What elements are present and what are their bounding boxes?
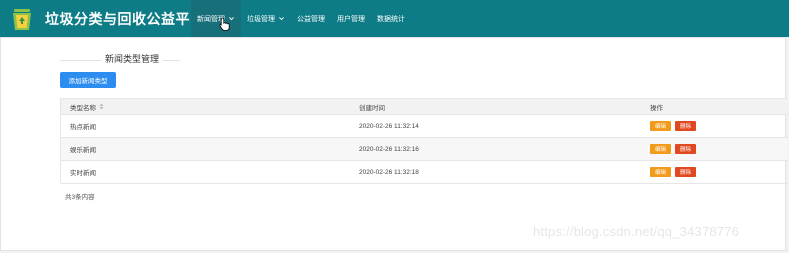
table-row: 实时新闻 2020-02-26 11:32:18 编辑 删除 [61,161,788,184]
recycle-bin-icon [13,9,31,30]
nav-item-garbage-management[interactable]: 垃圾管理 [241,0,291,37]
delete-button[interactable]: 删除 [675,121,697,131]
nav-item-label: 垃圾管理 [247,15,275,23]
add-news-type-button[interactable]: 添加新闻类型 [60,72,116,88]
type-name-cell: 实时新闻 [70,170,96,177]
column-header-operations: 操作 [650,104,663,112]
column-header-created-time: 创建时间 [359,104,385,112]
app-title: 垃圾分类与回收公益平台 [45,11,205,27]
page-title: 新闻类型管理 [101,52,164,65]
nav-item-data-statistics[interactable]: 数据统计 [371,0,411,37]
delete-button[interactable]: 删除 [675,167,697,177]
table-header: 类型名称 创建时间 操作 [61,99,788,115]
nav-item-news-management[interactable]: 新闻管理 [191,0,241,37]
pagination-total: 共3条内容 [65,194,95,201]
news-type-table: 类型名称 创建时间 操作 热点新闻 2020-02-26 11:32:14 编辑… [60,98,788,184]
nav-item-charity-management[interactable]: 公益管理 [291,0,331,37]
hand-cursor-icon [219,17,230,31]
watermark: https://blog.csdn.net/qq_34378776 [533,224,740,239]
nav-item-label: 数据统计 [377,15,405,23]
operations-cell: 编辑 删除 [650,138,700,160]
edit-button[interactable]: 编辑 [650,121,672,131]
created-time-cell: 2020-02-26 11:32:18 [359,168,419,176]
nav-item-label: 用户管理 [337,15,365,23]
created-time-cell: 2020-02-26 11:32:16 [359,145,419,153]
type-name-cell: 娱乐新闻 [70,147,96,154]
operations-cell: 编辑 删除 [650,115,700,137]
column-header-label: 类型名称 [70,104,96,112]
edit-button[interactable]: 编辑 [650,144,672,154]
operations-cell: 编辑 删除 [650,161,700,183]
edit-button[interactable]: 编辑 [650,167,672,177]
top-navbar: 垃圾分类与回收公益平台 新闻管理 垃圾管理 公益管理 用户管理 数据统计 [0,0,789,37]
content-panel: 新闻类型管理 添加新闻类型 类型名称 创建时间 操作 热点新闻 2020-02-… [0,37,788,251]
chevron-down-icon [279,17,284,21]
sort-icon [99,103,104,110]
nav-item-user-management[interactable]: 用户管理 [331,0,371,37]
table-row: 娱乐新闻 2020-02-26 11:32:16 编辑 删除 [61,138,788,161]
column-header-type-name[interactable]: 类型名称 [70,99,104,114]
nav-item-label: 公益管理 [297,15,325,23]
type-name-cell: 热点新闻 [70,124,96,131]
delete-button[interactable]: 删除 [675,144,697,154]
created-time-cell: 2020-02-26 11:32:14 [359,122,419,130]
table-row: 热点新闻 2020-02-26 11:32:14 编辑 删除 [61,115,788,138]
